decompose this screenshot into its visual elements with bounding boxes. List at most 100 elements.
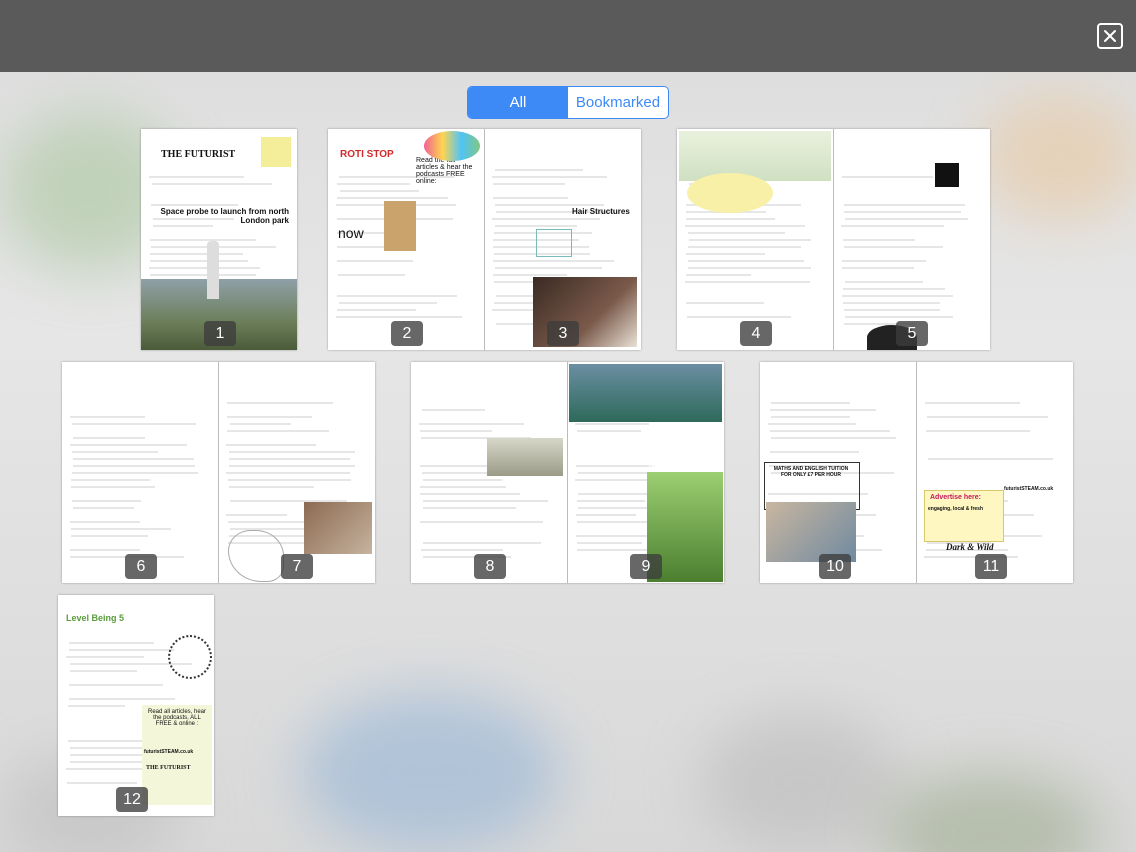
top-toolbar [0,0,1136,72]
text-line [226,514,287,516]
close-button[interactable] [1097,23,1123,49]
page-thumbnail-4-5[interactable] [677,129,990,350]
text-line [492,176,607,178]
text-line [686,253,765,255]
text-line [72,472,198,474]
p10-photo [766,502,856,562]
p1-title: THE FUTURIST [161,149,235,160]
text-line [70,747,145,749]
segment-all[interactable]: All [468,87,568,118]
text-line [844,204,965,206]
page-thumbnail-1[interactable]: THE FUTURIST Space probe to launch from … [141,129,297,350]
page-thumbnail-2-3[interactable]: ROTI STOP now Read the full articles & h… [328,129,641,350]
text-line [842,295,953,297]
page-number-badge: 9 [630,554,662,579]
p12-read: Read all articles, hear the podcasts, AL… [146,709,208,727]
text-line [420,493,520,495]
p11-ad: Advertise here: [930,494,981,501]
close-icon [1103,29,1117,43]
text-line [925,402,1020,404]
text-line [339,302,438,304]
text-line [226,472,350,474]
text-line [844,211,961,213]
text-line [575,423,648,425]
page-number-badge: 10 [819,554,851,579]
text-line [688,246,801,248]
text-line [686,274,751,276]
p3-diagram [536,229,572,257]
page-number-badge: 8 [474,554,506,579]
text-line [420,521,543,523]
p12-futurist: THE FUTURIST [146,765,191,771]
text-line [687,316,791,318]
page-thumbnail-12[interactable]: Level Being 5 Read all articles, hear th… [58,595,214,816]
text-line [686,302,765,304]
text-line [150,274,256,276]
text-line [337,197,448,199]
page-number-badge: 7 [281,554,313,579]
p2-food-photo [384,201,416,251]
page-number-badge: 2 [391,321,423,346]
text-line [68,705,125,707]
p1-rocket [207,241,219,299]
text-line [420,430,492,432]
text-line [152,183,272,185]
p2-podcast: Read the full articles & hear the podcas… [416,157,476,185]
text-line [843,288,945,290]
page-thumbnail-10-11[interactable]: MATHS AND ENGLISH TUITION FOR ONLY £7 PE… [760,362,1073,583]
text-line [495,169,583,171]
text-line [577,542,642,544]
text-line [337,183,411,185]
p2-colour-splash [424,131,480,161]
text-line [150,260,248,262]
page-number-badge: 11 [975,554,1007,579]
text-line [770,451,859,453]
text-line [771,402,850,404]
text-line [69,698,175,700]
text-line [226,444,316,446]
text-line [423,507,516,509]
text-line [685,225,805,227]
text-line [67,782,136,784]
text-line [421,549,503,551]
text-line [337,295,457,297]
text-line [71,528,171,530]
text-line [73,458,194,460]
text-line [150,239,256,241]
text-line [770,430,890,432]
text-line [340,190,419,192]
text-line [70,521,139,523]
text-line [686,218,775,220]
text-line [153,225,213,227]
text-line [768,423,856,425]
text-line [73,465,195,467]
text-line [771,437,896,439]
filter-segmented-control: All Bookmarked [467,86,669,119]
p8-photo [487,438,563,476]
text-line [228,479,351,481]
text-line [423,500,548,502]
text-line [229,458,350,460]
p7-photo [304,502,372,554]
text-line [149,176,243,178]
p9-header-photo [569,364,722,422]
p12-molecule [168,635,212,679]
text-line [66,656,144,658]
p9-title: Narrative Mindfulness [649,462,722,469]
page-thumbnail-8-9[interactable]: Narrative Mindfulness [411,362,724,583]
text-line [844,246,943,248]
p11-ad2: engaging, local & fresh [928,506,983,512]
text-line [495,267,602,269]
text-line [229,465,355,467]
text-line [495,225,576,227]
p11-dark: Dark & Wild [946,542,994,552]
text-line [927,416,1048,418]
text-line [423,542,541,544]
text-line [926,430,1030,432]
segment-bookmarked[interactable]: Bookmarked [568,87,668,118]
text-line [151,204,238,206]
page-thumbnail-6-7[interactable] [62,362,375,583]
p12-site: futuristSTEAM.co.uk [144,749,193,755]
text-line [845,218,969,220]
text-line [423,479,502,481]
